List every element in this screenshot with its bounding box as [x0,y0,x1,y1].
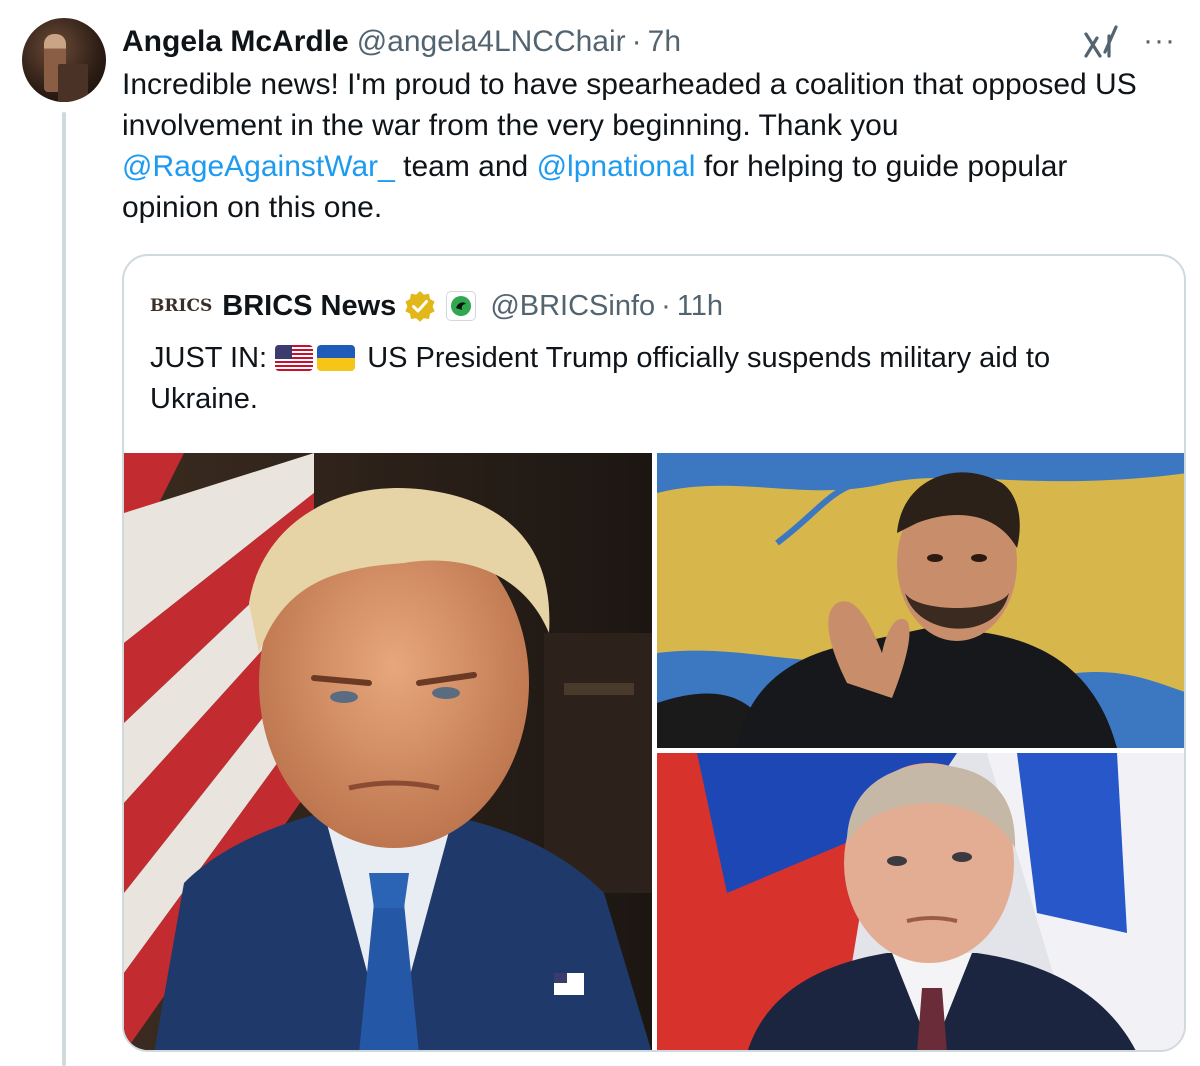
thread-line [62,112,66,1066]
avatar-column [22,18,106,102]
tweet-header: Angela McArdle @angela4LNCChair · 7h ··· [122,22,1180,62]
tweet-text-part: Incredible news! I'm proud to have spear… [122,68,1137,142]
avatar[interactable] [22,18,106,102]
trump-portrait-image[interactable] [124,453,652,1050]
ukraine-flag-icon [317,345,356,371]
display-name[interactable]: Angela McArdle [122,25,349,59]
us-flag-icon [275,345,314,371]
affiliate-badge-icon[interactable] [446,291,477,321]
putin-photo-image[interactable] [657,753,1184,1050]
zelensky-photo-image[interactable] [657,453,1184,748]
grok-icon[interactable] [1083,22,1119,60]
verified-badge-icon [405,291,435,322]
media-grid [124,453,1184,1050]
quoted-display-name[interactable]: BRICS News [222,290,396,323]
header-actions: ··· [1083,22,1176,60]
quoted-text-prefix: JUST IN: [150,342,276,374]
quoted-tweet[interactable]: BRICS BRICS News @BRICSinfo · 11h JUST I… [122,254,1186,1052]
more-options-icon[interactable]: ··· [1143,26,1176,56]
quoted-user-handle[interactable]: @BRICSinfo [490,290,655,323]
tweet-text: Incredible news! I'm proud to have spear… [122,64,1172,228]
quoted-tweet-header: BRICS BRICS News @BRICSinfo · 11h [150,286,723,326]
quoted-timestamp[interactable]: 11h [677,290,723,323]
mention-link[interactable]: @RageAgainstWar_ [122,150,395,183]
mention-link[interactable]: @lpnational [537,150,696,183]
tweet-text-part: team and [394,150,537,183]
user-handle[interactable]: @angela4LNCChair [357,25,626,59]
brics-logo[interactable]: BRICS [150,296,212,316]
quoted-tweet-text: JUST IN: US President Trump officially s… [150,338,1160,420]
separator-dot: · [631,25,642,58]
separator-dot: · [661,289,671,322]
timestamp[interactable]: 7h [648,25,681,59]
